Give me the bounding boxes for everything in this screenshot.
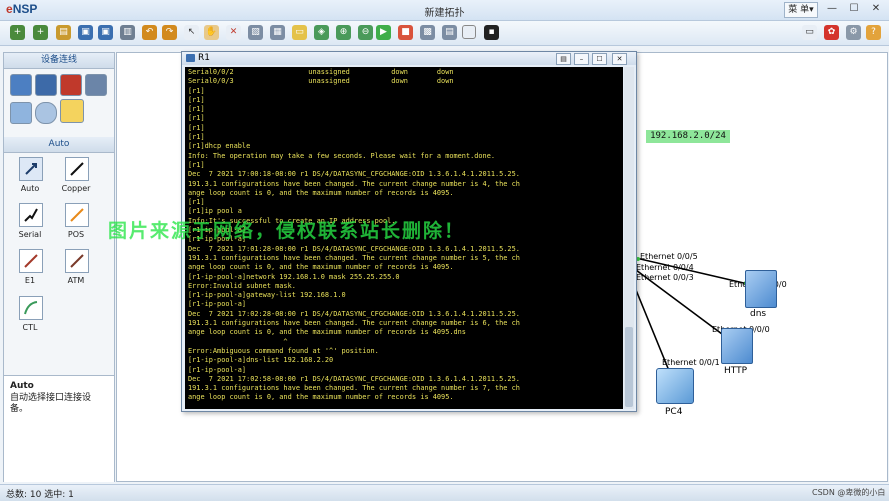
console-line: Dec 7 2021 17:00:18-08:00 r1 DS/4/DATASY…: [188, 170, 520, 179]
console-line: [r1-ip-pool-a]: [188, 300, 247, 309]
server-icon[interactable]: [745, 270, 777, 308]
node-label-pc4: PC4: [665, 407, 683, 417]
subnet-label[interactable]: 192.168.2.0/24: [646, 130, 730, 143]
pc-icon[interactable]: [656, 368, 694, 404]
csdn-watermark: CSDN @卑微的小白: [812, 488, 886, 497]
console-line: Serial0/0/2 unassigned down down: [188, 68, 454, 76]
console-line: [r1]: [188, 105, 205, 114]
server-icon[interactable]: [721, 328, 753, 364]
console-line: 191.3.1 configurations have been changed…: [188, 319, 520, 328]
console-line: 191.3.1 configurations have been changed…: [188, 179, 520, 188]
terminal-title: R1: [198, 53, 210, 63]
console-line: Dec 7 2021 17:02:58-08:00 r1 DS/4/DATASY…: [188, 374, 520, 383]
terminal-close-icon[interactable]: ✕: [612, 53, 627, 65]
console-line: [r1-ip-pool-a]: [188, 365, 247, 374]
console-line: Dec 7 2021 17:01:28-08:00 r1 DS/4/DATASY…: [188, 244, 520, 253]
console-line: [r1]: [188, 133, 205, 142]
console-line: ange loop count is 0, and the maximum nu…: [188, 263, 454, 272]
console-line: 191.3.1 configurations have been changed…: [188, 384, 520, 393]
console-line: [r1]ip pool a: [188, 207, 242, 216]
console-line: [r1]: [188, 198, 205, 207]
port-label: Ethernet 0/0/1: [662, 358, 720, 367]
terminal-title-bar[interactable]: R1 ▤ – ☐ ✕: [182, 52, 636, 65]
console-line: [r1]dhcp enable: [188, 142, 251, 151]
node-label-dns: dns: [750, 309, 767, 319]
console-line: [r1]: [188, 160, 205, 169]
console-line: [r1-ip-pool-a]network 192.168.1.0 mask 2…: [188, 272, 400, 281]
console-line: Error:Invalid subnet mask.: [188, 281, 296, 290]
terminal-maximize-icon[interactable]: ☐: [592, 53, 607, 65]
console-line: ange loop count is 0, and the maximum nu…: [188, 393, 454, 402]
terminal-menu-icon[interactable]: ▤: [556, 53, 571, 65]
console-line: [r1]: [188, 95, 205, 104]
watermark-text: 图片来源于网络，侵权联系站长删除！: [108, 220, 466, 242]
terminal-minimize-icon[interactable]: –: [574, 53, 589, 65]
console-line: ange loop count is 0, and the maximum nu…: [188, 188, 454, 197]
port-label: Ethernet 0/0/3: [636, 273, 694, 282]
console-line: Serial0/0/3 unassigned down down: [188, 77, 454, 86]
console-line: ange loop count is 0, and the maximum nu…: [188, 328, 466, 337]
status-text: 总数: 10 选中: 1: [6, 490, 74, 500]
terminal-icon: [186, 54, 195, 62]
console-line: Error:Ambiguous command found at '^' pos…: [188, 346, 379, 355]
console-line: ^: [188, 337, 288, 346]
port-label: Ethernet 0/0/4: [636, 263, 694, 272]
console-line: [r1]: [188, 86, 205, 95]
port-label: Ethernet 0/0/5: [640, 252, 698, 261]
scrollbar-thumb[interactable]: [625, 327, 633, 407]
console-line: Dec 7 2021 17:02:28-08:00 r1 DS/4/DATASY…: [188, 309, 520, 318]
console-line: [r1]: [188, 114, 205, 123]
console-line: [r1-ip-pool-a]gateway-list 192.168.1.0: [188, 291, 346, 300]
console-line: 191.3.1 configurations have been changed…: [188, 253, 520, 262]
node-label-http: HTTP: [724, 366, 748, 376]
console-line: [r1]: [188, 123, 205, 132]
console-line: Info: The operation may take a few secon…: [188, 151, 495, 160]
terminal-scrollbar[interactable]: [624, 67, 634, 409]
status-bar: 总数: 10 选中: 1 CSDN @卑微的小白: [0, 484, 889, 501]
console-line: [r1-ip-pool-a]dns-list 192.168.2.20: [188, 356, 334, 365]
